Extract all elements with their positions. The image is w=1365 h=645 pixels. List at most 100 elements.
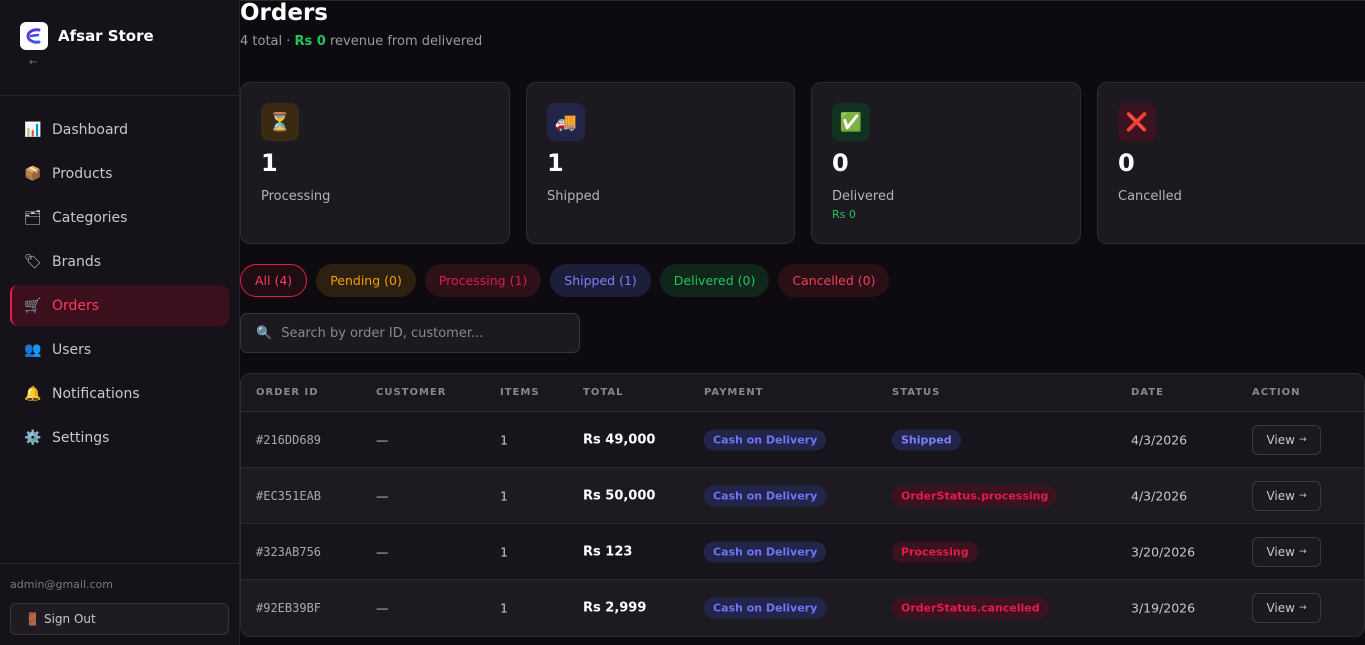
payment-cell: Cash on Delivery	[704, 429, 827, 450]
order-id: #EC351EAB	[256, 488, 322, 503]
order-total: Rs 2,999	[583, 600, 647, 616]
sidebar-item-orders[interactable]: 🛒 Orders	[10, 285, 229, 326]
view-order-button[interactable]: View →	[1252, 424, 1321, 455]
sidebar-item-products[interactable]: 📦 Products	[10, 153, 229, 194]
sidebar-item-dashboard[interactable]: 📊 Dashboard	[10, 109, 229, 150]
action-cell: View →	[1252, 480, 1321, 511]
sidebar-item-label: Categories	[52, 209, 128, 226]
stat-value: 1	[547, 149, 564, 177]
status-cell: Shipped	[892, 429, 961, 450]
stat-revenue: Rs 0	[832, 208, 856, 221]
action-cell: View →	[1252, 424, 1321, 455]
arrow-right-icon: →	[1298, 603, 1307, 613]
view-order-button[interactable]: View →	[1252, 593, 1321, 623]
bell-icon: 🔔	[24, 385, 42, 402]
check-icon: ✅	[832, 103, 870, 141]
truck-icon: 🚚	[547, 103, 585, 141]
search-input[interactable]	[281, 325, 572, 341]
filter-cancelled[interactable]: Cancelled (0)	[778, 264, 890, 297]
status-badge: Processing	[892, 541, 978, 562]
view-label: View	[1266, 432, 1295, 447]
column-header-order-id: ORDER ID	[256, 387, 319, 398]
column-header-payment: PAYMENT	[704, 387, 764, 398]
status-badge: Shipped	[892, 429, 961, 450]
view-order-button[interactable]: View →	[1252, 480, 1321, 511]
filter-processing[interactable]: Processing (1)	[424, 264, 542, 297]
cross-icon: ❌	[1118, 103, 1156, 141]
order-id: #323AB756	[256, 544, 322, 559]
revenue-caption: revenue from delivered	[325, 34, 483, 49]
package-icon: 📦	[24, 165, 42, 182]
action-cell: View →	[1252, 536, 1321, 567]
column-header-status: STATUS	[892, 387, 941, 398]
stat-value: 0	[832, 149, 849, 177]
stat-label: Shipped	[547, 189, 600, 204]
table-row: #92EB39BF — 1 Rs 2,999 Cash on Delivery …	[241, 580, 1364, 636]
order-id: #216DD689	[256, 432, 322, 447]
status-badge: OrderStatus.cancelled	[892, 597, 1049, 619]
order-date: 4/3/2026	[1131, 432, 1188, 447]
folder-icon: 🗂	[24, 209, 42, 226]
order-date: 3/19/2026	[1131, 600, 1196, 616]
stat-value: 0	[1118, 149, 1135, 177]
sidebar-item-users[interactable]: 👥 Users	[10, 329, 229, 370]
users-icon: 👥	[24, 341, 42, 358]
filter-shipped[interactable]: Shipped (1)	[550, 264, 651, 297]
sidebar-item-notifications[interactable]: 🔔 Notifications	[10, 373, 229, 414]
payment-cell: Cash on Delivery	[704, 485, 827, 506]
sidebar-item-label: Products	[52, 165, 113, 182]
order-id: #92EB39BF	[256, 601, 322, 615]
arrow-right-icon: →	[1298, 546, 1307, 557]
page-subtitle: 4 total · Rs 0 revenue from delivered	[240, 34, 482, 49]
sidebar-item-label: Brands	[52, 253, 101, 270]
brand[interactable]: Afsar Store	[20, 22, 154, 50]
store-name: Afsar Store	[58, 27, 154, 45]
chart-icon: 📊	[24, 121, 42, 138]
search-box: 🔍	[240, 313, 580, 353]
table-row: #216DD689 — 1 Rs 49,000 Cash on Delivery…	[241, 412, 1364, 468]
table-header: ORDER ID CUSTOMER ITEMS TOTAL PAYMENT ST…	[241, 374, 1364, 412]
status-cell: OrderStatus.processing	[892, 485, 1058, 506]
column-header-date: DATE	[1131, 387, 1164, 398]
payment-cell: Cash on Delivery	[704, 597, 827, 619]
view-label: View	[1266, 488, 1295, 503]
column-header-items: ITEMS	[500, 387, 540, 398]
payment-badge: Cash on Delivery	[704, 597, 827, 619]
sign-out-button[interactable]: 🚪 Sign Out	[10, 603, 229, 635]
stat-card-shipped: 🚚 1 Shipped	[526, 82, 795, 244]
sidebar-item-label: Settings	[52, 429, 110, 446]
stat-label: Processing	[261, 189, 331, 204]
order-date: 3/20/2026	[1131, 544, 1196, 559]
sidebar-item-brands[interactable]: 🏷 Brands	[10, 241, 229, 282]
customer-name: —	[376, 544, 389, 559]
payment-badge: Cash on Delivery	[704, 429, 827, 450]
arrow-right-icon: →	[1298, 434, 1307, 445]
filter-delivered[interactable]: Delivered (0)	[659, 264, 770, 297]
arrow-right-icon: →	[1298, 490, 1307, 501]
column-header-action: ACTION	[1252, 387, 1301, 398]
sidebar-divider	[0, 95, 239, 96]
orders-table: ORDER ID CUSTOMER ITEMS TOTAL PAYMENT ST…	[240, 373, 1365, 637]
item-count: 1	[500, 544, 508, 559]
order-total: Rs 49,000	[583, 432, 656, 447]
stat-value: 1	[261, 149, 278, 177]
collapse-sidebar-button[interactable]: ←	[29, 57, 37, 68]
payment-cell: Cash on Delivery	[704, 541, 827, 562]
table-row: #EC351EAB — 1 Rs 50,000 Cash on Delivery…	[241, 468, 1364, 524]
item-count: 1	[500, 432, 508, 447]
stat-card-cancelled: ❌ 0 Cancelled	[1097, 82, 1365, 244]
order-total: Rs 50,000	[583, 488, 656, 503]
order-date: 4/3/2026	[1131, 488, 1188, 503]
item-count: 1	[500, 600, 508, 616]
order-count-text: 4 total ·	[240, 34, 295, 49]
tag-icon: 🏷	[24, 253, 42, 270]
cart-icon: 🛒	[24, 297, 42, 314]
sidebar-item-label: Users	[52, 341, 92, 358]
status-cell: OrderStatus.cancelled	[892, 597, 1049, 619]
gear-icon: ⚙️	[24, 429, 42, 446]
view-order-button[interactable]: View →	[1252, 536, 1321, 567]
filter-pending[interactable]: Pending (0)	[316, 264, 416, 297]
filter-all[interactable]: All (4)	[240, 264, 308, 297]
sidebar-item-settings[interactable]: ⚙️ Settings	[10, 417, 229, 458]
sidebar-item-categories[interactable]: 🗂 Categories	[10, 197, 229, 238]
